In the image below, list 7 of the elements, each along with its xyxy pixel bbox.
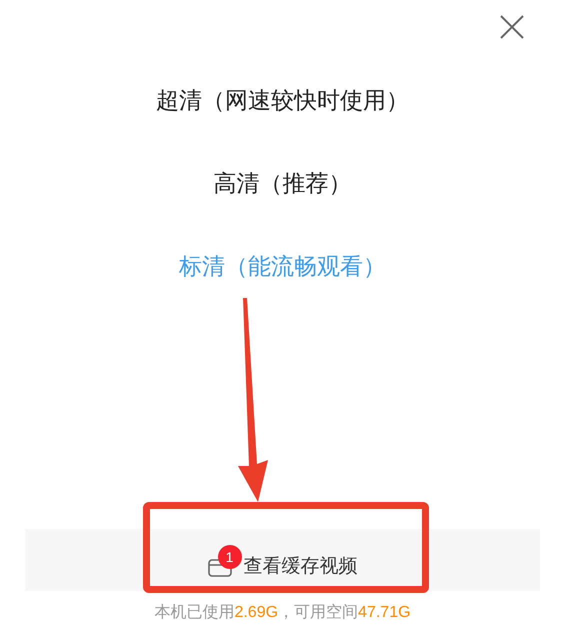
storage-info: 本机已使用2.69G，可用空间47.71G [153,602,412,623]
quality-option[interactable]: 超清（网速较快时使用） [156,82,409,118]
notification-badge: 1 [218,545,242,569]
close-icon [499,14,525,40]
cached-videos-label: 查看缓存视频 [244,554,358,579]
quality-option[interactable]: 高清（推荐） [214,165,352,201]
cached-videos-button[interactable]: 1 查看缓存视频 [25,529,540,591]
